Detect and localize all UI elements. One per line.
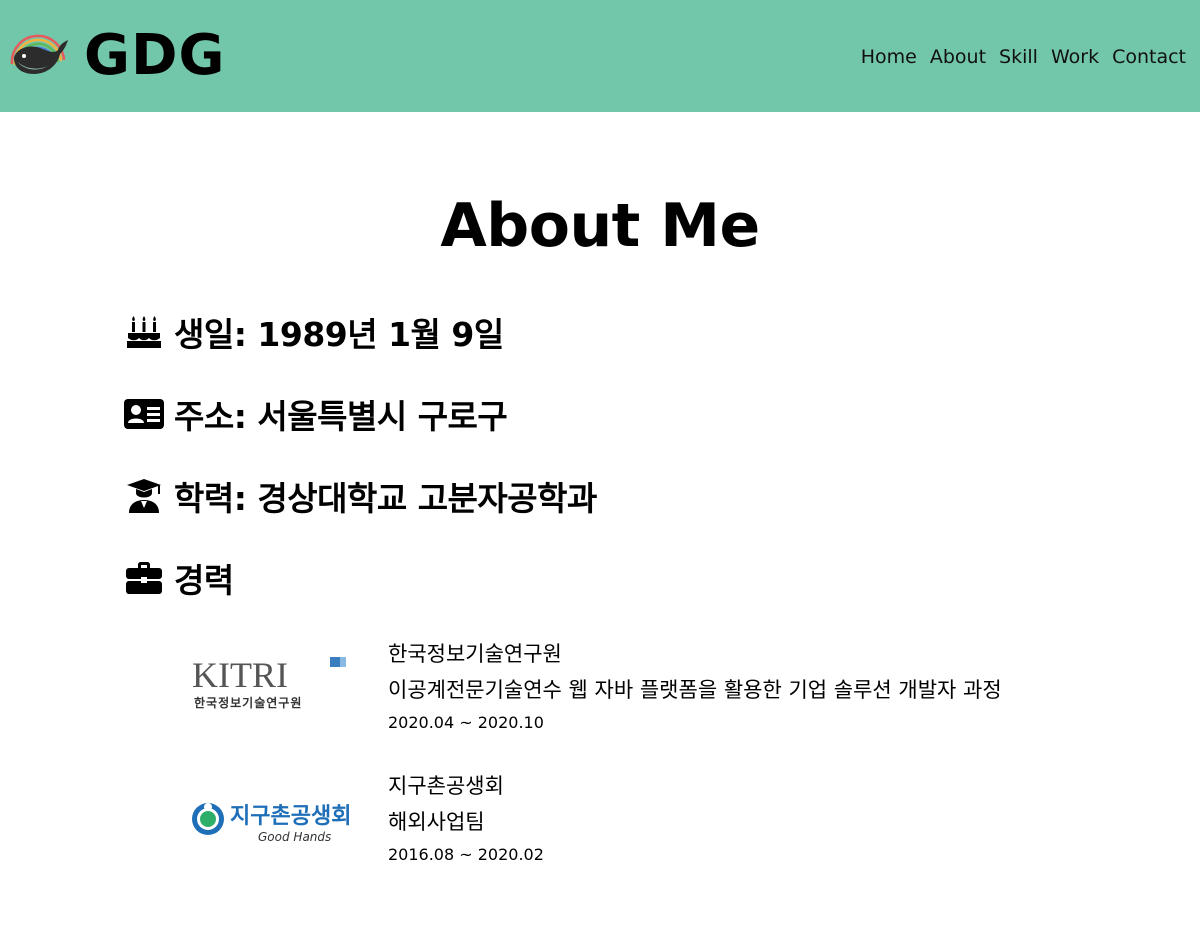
id-card-icon [124, 396, 164, 432]
whale-logo-icon [10, 34, 68, 74]
career-item: 지구촌공생회 Good Hands 지구촌공생회 해외사업팀 2016.08 ~… [190, 768, 1200, 870]
info-address: 주소: 서울특별시 구로구 [124, 394, 1200, 436]
kitri-logo: KITRI 한국정보기술연구원 [190, 636, 360, 736]
menu-about[interactable]: About [930, 46, 986, 68]
info-birthday: 생일: 1989년 1월 9일 [124, 312, 1200, 354]
career-list: KITRI 한국정보기술연구원 한국정보기술연구원 이공계전문기술연수 웹 자바… [190, 636, 1200, 870]
career-text: 지구촌공생회 해외사업팀 2016.08 ~ 2020.02 [388, 768, 544, 870]
page-title: About Me [440, 191, 760, 261]
navbar: GDG Home About Skill Work Contact [0, 0, 1200, 112]
main-menu: Home About Skill Work Contact [861, 44, 1186, 68]
career-period: 2020.04 ~ 2020.10 [388, 713, 544, 732]
career-period: 2016.08 ~ 2020.02 [388, 845, 544, 864]
brand-name: GDG [84, 23, 226, 88]
menu-contact[interactable]: Contact [1112, 46, 1186, 68]
career-role: 해외사업팀 [388, 810, 485, 834]
info-list: 생일: 1989년 1월 9일 주소: 서울특별시 구로구 학력: 경상대학교 … [124, 312, 1200, 600]
brand[interactable]: GDG [8, 28, 225, 84]
birthday-text: 생일: 1989년 1월 9일 [174, 315, 504, 354]
svg-text:한국정보기술연구원: 한국정보기술연구원 [194, 695, 302, 710]
svg-text:Good Hands: Good Hands [258, 830, 331, 844]
menu-skill[interactable]: Skill [999, 46, 1038, 68]
menu-work[interactable]: Work [1051, 46, 1099, 68]
menu-home[interactable]: Home [861, 46, 917, 68]
info-education: 학력: 경상대학교 고분자공학과 [124, 476, 1200, 518]
career-text: 한국정보기술연구원 이공계전문기술연수 웹 자바 플랫폼을 활용한 기업 솔루션… [388, 636, 1002, 738]
career-org: 지구촌공생회 [388, 774, 504, 798]
info-career: 경력 [124, 558, 1200, 600]
graduate-icon [124, 478, 164, 514]
career-org: 한국정보기술연구원 [388, 642, 562, 666]
svg-text:KITRI: KITRI [192, 655, 288, 695]
career-role: 이공계전문기술연수 웹 자바 플랫폼을 활용한 기업 솔루션 개발자 과정 [388, 678, 1002, 702]
goodhands-logo: 지구촌공생회 Good Hands [190, 768, 360, 868]
career-heading: 경력 [174, 561, 234, 600]
career-item: KITRI 한국정보기술연구원 한국정보기술연구원 이공계전문기술연수 웹 자바… [190, 636, 1200, 738]
address-text: 주소: 서울특별시 구로구 [174, 397, 508, 436]
education-text: 학력: 경상대학교 고분자공학과 [174, 479, 597, 518]
briefcase-icon [124, 560, 164, 596]
about-section: About Me 생일: 1989년 1월 9일 주소: 서울특별시 구로구 학… [0, 196, 1200, 870]
svg-text:지구촌공생회: 지구촌공생회 [230, 804, 351, 829]
birthday-cake-icon [124, 314, 164, 350]
